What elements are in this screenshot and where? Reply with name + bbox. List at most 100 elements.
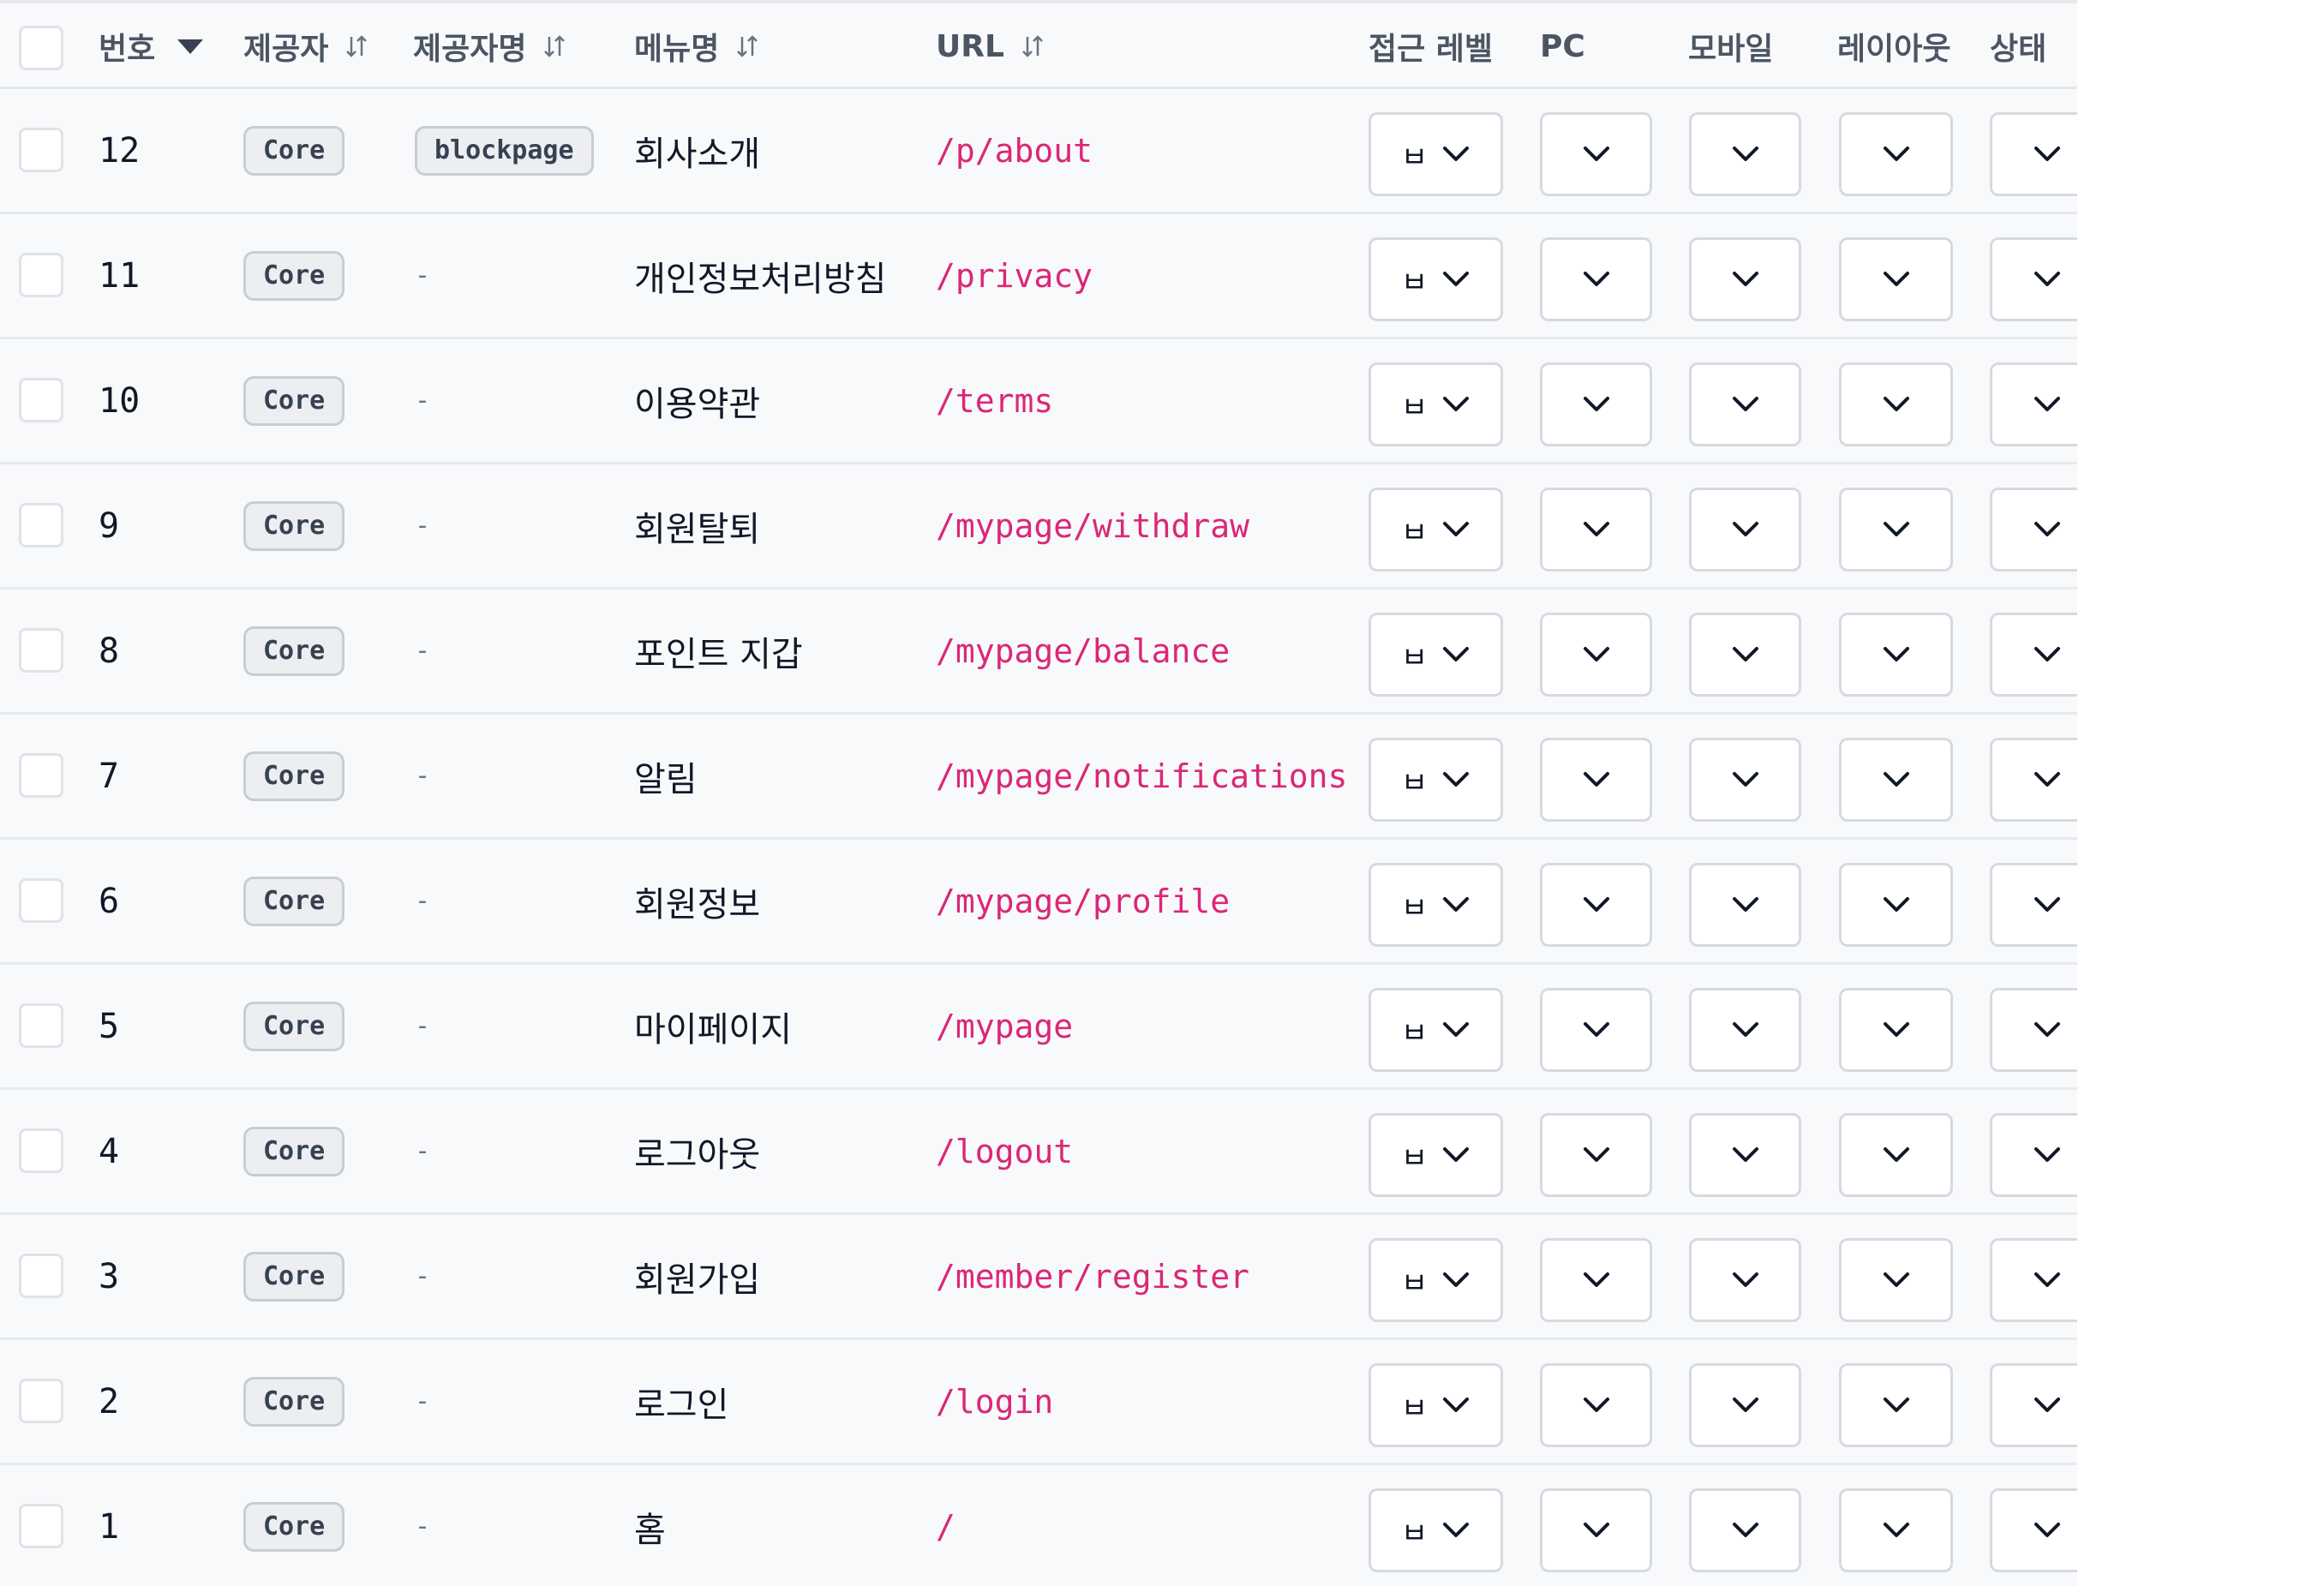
status-select[interactable] [1990, 1238, 2077, 1322]
pc-select[interactable] [1540, 1238, 1652, 1322]
layout-select[interactable] [1839, 1113, 1953, 1197]
layout-select[interactable] [1839, 362, 1953, 446]
layout-select[interactable] [1839, 237, 1953, 321]
layout-select[interactable] [1839, 738, 1953, 822]
status-select[interactable] [1990, 1113, 2077, 1197]
access-level-select[interactable]: ㅂ [1369, 988, 1503, 1072]
mobile-select[interactable] [1689, 738, 1801, 822]
chevron-down-icon [2034, 1022, 2060, 1037]
access-level-select[interactable]: ㅂ [1369, 1113, 1503, 1197]
mobile-select[interactable] [1689, 1488, 1801, 1572]
row-checkbox[interactable] [19, 1504, 63, 1548]
mobile-select[interactable] [1689, 1238, 1801, 1322]
menu-url-link[interactable]: /terms [936, 382, 1053, 420]
row-checkbox[interactable] [19, 1379, 63, 1423]
menu-url-link[interactable]: /privacy [936, 257, 1093, 295]
header-menu-name[interactable]: 메뉴명 [634, 3, 760, 89]
status-select[interactable] [1990, 613, 2077, 697]
menu-url-link[interactable]: /mypage/withdraw [936, 507, 1249, 545]
access-level-select[interactable]: ㅂ [1369, 488, 1503, 572]
menu-url-link[interactable]: /p/about [936, 132, 1093, 170]
status-select[interactable] [1990, 237, 2077, 321]
access-level-select[interactable]: ㅂ [1369, 863, 1503, 947]
mobile-select[interactable] [1689, 237, 1801, 321]
menu-url-link[interactable]: /mypage/balance [936, 632, 1230, 670]
access-level-select[interactable]: ㅂ [1369, 1363, 1503, 1447]
pc-select[interactable] [1540, 237, 1652, 321]
row-checkbox[interactable] [19, 1128, 63, 1173]
layout-select[interactable] [1839, 988, 1953, 1072]
row-checkbox[interactable] [19, 253, 63, 297]
header-provider[interactable]: 제공자 [243, 3, 369, 89]
provider-name-empty: - [415, 886, 431, 916]
chevron-down-icon [2034, 522, 2060, 536]
layout-select[interactable] [1839, 1238, 1953, 1322]
menu-url-link[interactable]: /login [936, 1383, 1053, 1421]
access-level-select[interactable]: ㅂ [1369, 1488, 1503, 1572]
header-url[interactable]: URL [936, 3, 1045, 89]
pc-select[interactable] [1540, 362, 1652, 446]
menu-url-link[interactable]: /mypage/profile [936, 883, 1230, 920]
chevron-down-icon [1583, 1397, 1609, 1412]
access-level-select[interactable]: ㅂ [1369, 112, 1503, 196]
menu-name: 회원정보 [634, 884, 761, 925]
mobile-select[interactable] [1689, 1113, 1801, 1197]
access-level-select[interactable]: ㅂ [1369, 1238, 1503, 1322]
mobile-select[interactable] [1689, 112, 1801, 196]
row-checkbox[interactable] [19, 628, 63, 673]
layout-select[interactable] [1839, 1363, 1953, 1447]
menu-url-link[interactable]: /mypage [936, 1008, 1073, 1045]
status-select[interactable] [1990, 988, 2077, 1072]
pc-select[interactable] [1540, 488, 1652, 572]
pc-select[interactable] [1540, 738, 1652, 822]
access-level-select[interactable]: ㅂ [1369, 362, 1503, 446]
layout-select[interactable] [1839, 488, 1953, 572]
mobile-select[interactable] [1689, 1363, 1801, 1447]
row-checkbox[interactable] [19, 753, 63, 798]
mobile-select[interactable] [1689, 863, 1801, 947]
status-select[interactable] [1990, 112, 2077, 196]
status-select[interactable] [1990, 1488, 2077, 1572]
row-checkbox[interactable] [19, 878, 63, 923]
mobile-select[interactable] [1689, 362, 1801, 446]
status-select[interactable] [1990, 362, 2077, 446]
pc-select[interactable] [1540, 1113, 1652, 1197]
access-level-select[interactable]: ㅂ [1369, 613, 1503, 697]
row-checkbox[interactable] [19, 503, 63, 548]
row-checkbox[interactable] [19, 378, 63, 422]
layout-select[interactable] [1839, 112, 1953, 196]
mobile-select[interactable] [1689, 988, 1801, 1072]
row-checkbox[interactable] [19, 1254, 63, 1298]
layout-select[interactable] [1839, 863, 1953, 947]
pc-select[interactable] [1540, 112, 1652, 196]
mobile-select[interactable] [1689, 488, 1801, 572]
mobile-select[interactable] [1689, 613, 1801, 697]
pc-select[interactable] [1540, 988, 1652, 1072]
menu-url-link[interactable]: /member/register [936, 1258, 1249, 1296]
row-number: 11 [99, 255, 141, 296]
status-select[interactable] [1990, 738, 2077, 822]
row-checkbox[interactable] [19, 128, 63, 172]
menu-url-link[interactable]: /logout [936, 1133, 1073, 1170]
layout-select[interactable] [1839, 1488, 1953, 1572]
status-select[interactable] [1990, 1363, 2077, 1447]
pc-select[interactable] [1540, 1363, 1652, 1447]
row-number: 7 [99, 756, 120, 796]
pc-select[interactable] [1540, 613, 1652, 697]
provider-badge: Core [243, 375, 345, 426]
row-checkbox[interactable] [19, 1003, 63, 1048]
pc-select[interactable] [1540, 1488, 1652, 1572]
status-select[interactable] [1990, 863, 2077, 947]
header-number[interactable]: 번호 [99, 3, 204, 89]
header-provider-name[interactable]: 제공자명 [413, 3, 567, 89]
select-all-checkbox[interactable] [19, 26, 63, 70]
layout-select[interactable] [1839, 613, 1953, 697]
status-select[interactable] [1990, 488, 2077, 572]
chevron-down-icon [2034, 772, 2060, 787]
pc-select[interactable] [1540, 863, 1652, 947]
access-level-select[interactable]: ㅂ [1369, 738, 1503, 822]
access-level-select[interactable]: ㅂ [1369, 237, 1503, 321]
menu-url-link[interactable]: / [936, 1508, 955, 1546]
menu-url-link[interactable]: /mypage/notifications [936, 757, 1347, 795]
chevron-down-icon [2034, 1397, 2060, 1412]
